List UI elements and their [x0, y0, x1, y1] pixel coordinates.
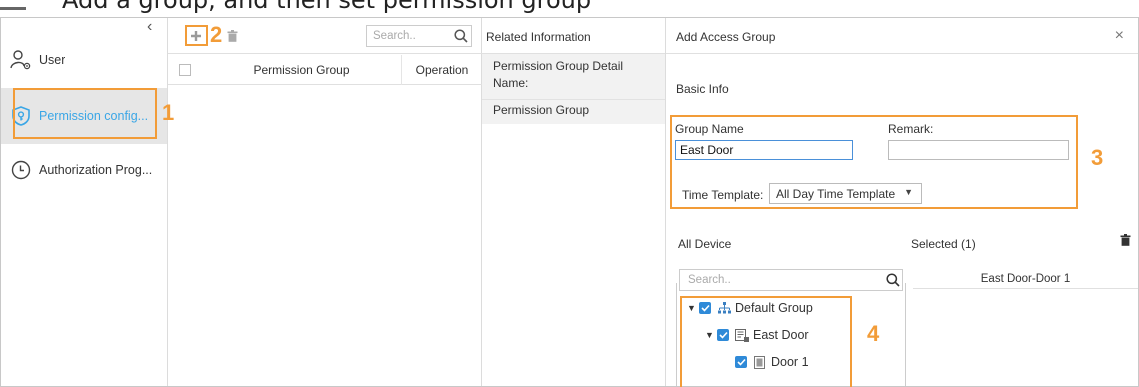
detail-line-2: Name: [493, 76, 529, 90]
delete-group-button[interactable] [224, 28, 240, 44]
tree-label-default-group: Default Group [735, 301, 813, 315]
nav-label-user: User [39, 53, 66, 67]
door-icon [753, 355, 767, 369]
chevron-down-icon: ▼ [904, 187, 913, 197]
add-access-group-dialog: Add Access Group × Basic Info Group Name… [666, 18, 1138, 386]
shield-key-icon [9, 104, 33, 128]
remark-label: Remark: [888, 122, 934, 136]
checkbox-checked[interactable] [717, 329, 729, 341]
group-name-input[interactable] [675, 140, 853, 160]
tree-node-default-group[interactable]: ▼ Default Group [687, 301, 813, 315]
checkbox-checked[interactable] [699, 302, 711, 314]
app-window: ‹ User Permission config... Authorizatio… [0, 17, 1139, 387]
org-tree-icon [717, 301, 731, 315]
user-settings-icon [9, 48, 33, 72]
time-template-label: Time Template: [682, 188, 764, 202]
dialog-title: Add Access Group [676, 30, 776, 44]
document-caption-strip: Add a group, and then set permission gro… [0, 0, 1139, 18]
permission-group-panel: Permission Group Operation [168, 18, 482, 386]
nav-item-permission-config[interactable]: Permission config... [1, 88, 167, 144]
group-name-label: Group Name [675, 122, 744, 136]
trash-icon [1120, 234, 1131, 246]
selected-item[interactable]: East Door-Door 1 [913, 269, 1138, 289]
document-caption: Add a group, and then set permission gro… [62, 0, 592, 14]
nav-label-permission-config: Permission config... [39, 109, 149, 123]
select-all-checkbox[interactable] [179, 63, 191, 76]
related-section-detail: Permission Group Detail Name: [482, 54, 665, 100]
detail-line-1: Permission Group Detail [493, 59, 624, 73]
selected-devices-list: East Door-Door 1 [913, 263, 1138, 386]
related-information-header: Related Information [482, 18, 665, 54]
plus-icon [191, 31, 201, 41]
time-template-value: All Day Time Template [776, 186, 896, 201]
column-permission-group: Permission Group [202, 54, 402, 85]
related-item-permission-group[interactable]: Permission Group [482, 100, 665, 124]
related-information-panel: Related Information Permission Group Det… [482, 18, 666, 386]
nav-item-authorization-progress[interactable]: Authorization Prog... [1, 142, 167, 198]
selected-count-label: Selected (1) [911, 237, 976, 251]
search-icon[interactable] [451, 26, 471, 46]
tree-node-door-1[interactable]: Door 1 [735, 355, 809, 369]
clear-selected-button[interactable] [1120, 234, 1131, 249]
permission-search-box [366, 25, 472, 47]
nav-label-authorization-progress: Authorization Prog... [39, 163, 153, 177]
annotation-number-4: 4 [867, 321, 880, 346]
time-template-select[interactable]: All Day Time Template ▼ [769, 183, 922, 204]
expand-triangle-icon[interactable]: ▼ [687, 303, 699, 313]
tree-label-east-door: East Door [753, 328, 809, 342]
permission-table-header: Permission Group Operation [168, 54, 482, 85]
add-group-button[interactable] [188, 28, 204, 44]
tree-node-east-door[interactable]: ▼ East Door [705, 328, 809, 342]
tree-label-door-1: Door 1 [771, 355, 809, 369]
annotation-number-3: 3 [1091, 145, 1104, 170]
remark-input[interactable] [888, 140, 1069, 160]
trash-icon [227, 30, 237, 42]
close-icon[interactable]: × [1115, 27, 1124, 45]
dialog-header: Add Access Group × [666, 18, 1138, 54]
basic-info-heading: Basic Info [676, 82, 729, 96]
all-device-label: All Device [678, 237, 732, 251]
annotation-number-2: 2 [210, 22, 223, 47]
caption-bar [0, 2, 26, 10]
nav-item-user[interactable]: User [1, 32, 167, 88]
left-navigation: ‹ User Permission config... Authorizatio… [1, 18, 168, 386]
checkbox-checked[interactable] [735, 356, 747, 368]
clock-icon [9, 158, 33, 182]
expand-triangle-icon[interactable]: ▼ [705, 330, 717, 340]
access-controller-icon [735, 328, 749, 342]
column-operation: Operation [415, 62, 469, 77]
permission-search-input[interactable] [367, 26, 451, 46]
